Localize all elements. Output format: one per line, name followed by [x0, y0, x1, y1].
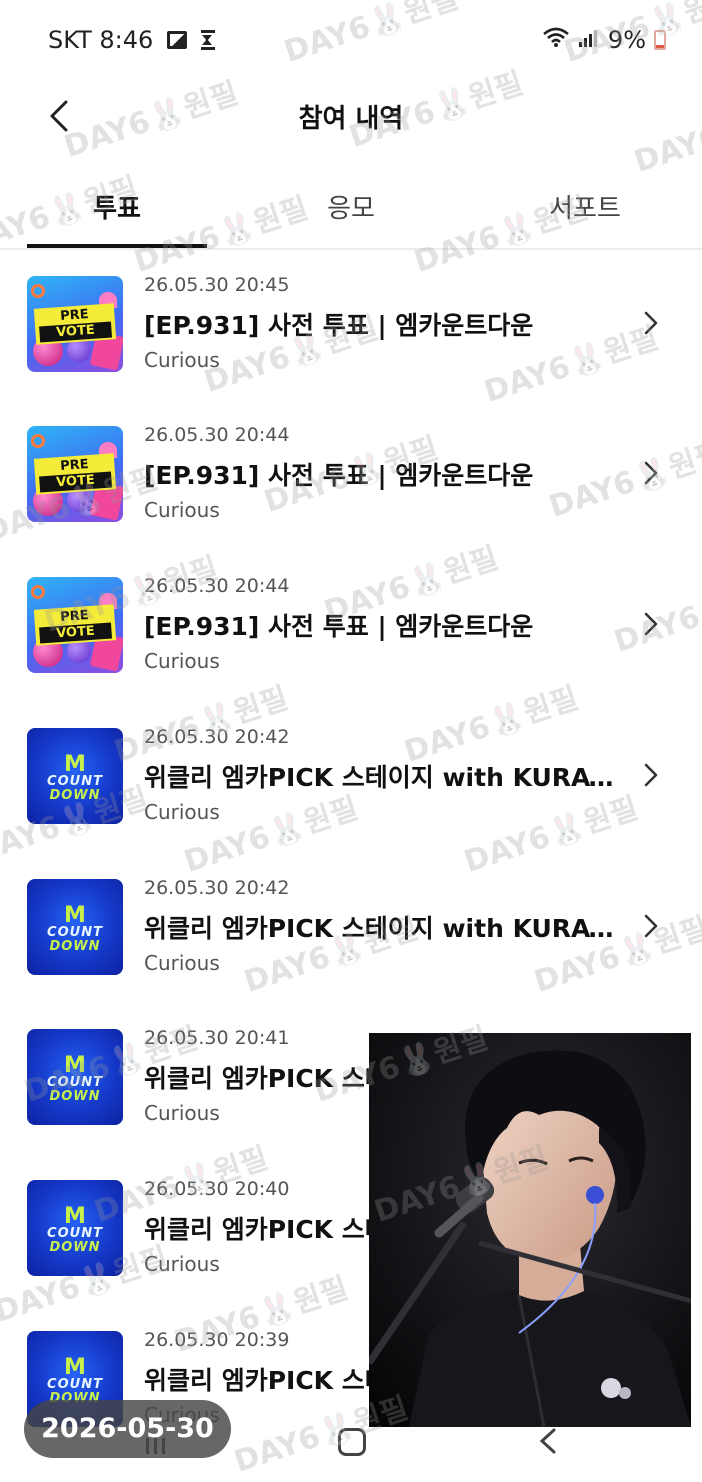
down-text: DOWN	[49, 939, 101, 954]
tab-apply[interactable]: 응모	[261, 188, 441, 225]
page-title: 참여 내역	[298, 104, 404, 134]
count-text: COUNT	[47, 925, 103, 940]
chevron-right-icon	[640, 762, 662, 788]
item-title: 위클리 엠카PICK 스테이지 with KURAT...	[144, 763, 614, 792]
item-title: [EP.931] 사전 투표 | 엠카운트다운	[144, 612, 534, 641]
back-arrow-icon	[539, 1428, 556, 1454]
item-date: 26.05.30 20:41	[144, 1027, 290, 1049]
wifi-icon	[542, 26, 570, 54]
recents-icon	[146, 1438, 165, 1454]
chevron-right-icon	[640, 611, 662, 637]
video-pip[interactable]	[369, 1033, 691, 1427]
count-text: COUNT	[47, 1226, 103, 1241]
image-icon	[167, 31, 188, 49]
tab-bar: 투표 응모 서포트	[0, 170, 702, 250]
list-item[interactable]: M COUNT DOWN 26.05.30 20:42 위클리 엠카PICK 스테이지 …	[0, 875, 702, 981]
countdown-thumbnail: M COUNT DOWN	[27, 1180, 123, 1276]
item-subtitle: Curious	[144, 1252, 220, 1276]
pre-vote-label: PRE VOTE	[33, 303, 117, 345]
chevron-right-icon	[640, 310, 662, 336]
pre-vote-label: PRE VOTE	[33, 453, 117, 495]
system-back-button[interactable]	[536, 1426, 560, 1456]
list-item[interactable]: PRE VOTE 26.05.30 20:44 [EP.931] 사전 투표 | 엠카…	[0, 573, 702, 679]
pre-vote-thumbnail: PRE VOTE	[27, 577, 123, 673]
signal-icon	[578, 26, 600, 54]
count-text: COUNT	[47, 774, 103, 789]
chevron-right-icon	[640, 460, 662, 486]
item-date: 26.05.30 20:42	[144, 726, 290, 748]
item-subtitle: Curious	[144, 348, 220, 372]
carrier-time: SKT 8:46	[48, 26, 154, 54]
status-left: SKT 8:46	[48, 26, 216, 54]
item-subtitle: Curious	[144, 1101, 220, 1125]
item-date: 26.05.30 20:39	[144, 1329, 290, 1351]
item-subtitle: Curious	[144, 800, 220, 824]
home-button[interactable]	[338, 1428, 366, 1456]
item-subtitle: Curious	[144, 951, 220, 975]
performer-image	[369, 1033, 691, 1427]
recents-button[interactable]	[140, 1430, 172, 1462]
item-subtitle: Curious	[144, 649, 220, 673]
count-text: COUNT	[47, 1377, 103, 1392]
status-right: 9%	[542, 26, 666, 54]
item-date: 26.05.30 20:45	[144, 274, 290, 296]
battery-percent: 9%	[607, 26, 646, 54]
app-header: 참여 내역	[0, 84, 702, 154]
ring-decoration	[31, 434, 45, 448]
countdown-thumbnail: M COUNT DOWN	[27, 879, 123, 975]
chevron-right-icon	[640, 913, 662, 939]
countdown-thumbnail: M COUNT DOWN	[27, 1029, 123, 1125]
ring-decoration	[31, 284, 45, 298]
list-item[interactable]: M COUNT DOWN 26.05.30 20:42 위클리 엠카PICK 스테이지 …	[0, 724, 702, 830]
status-bar: SKT 8:46 9%	[0, 0, 702, 84]
tab-support[interactable]: 서포트	[495, 188, 675, 225]
tab-vote[interactable]: 투표	[27, 188, 207, 225]
down-text: DOWN	[49, 788, 101, 803]
pre-vote-label: PRE VOTE	[33, 604, 117, 646]
pre-vote-thumbnail: PRE VOTE	[27, 426, 123, 522]
item-title: [EP.931] 사전 투표 | 엠카운트다운	[144, 311, 534, 340]
hourglass-icon	[201, 30, 216, 50]
down-text: DOWN	[49, 1240, 101, 1255]
item-subtitle: Curious	[144, 498, 220, 522]
count-text: COUNT	[47, 1075, 103, 1090]
battery-icon	[654, 30, 666, 50]
item-date: 26.05.30 20:42	[144, 877, 290, 899]
list-item[interactable]: PRE VOTE 26.05.30 20:45 [EP.931] 사전 투표 | 엠카…	[0, 272, 702, 378]
down-text: DOWN	[49, 1089, 101, 1104]
system-nav-bar	[0, 1418, 702, 1482]
item-date: 26.05.30 20:44	[144, 575, 290, 597]
item-title: 위클리 엠카PICK 스테이지 with KURAT...	[144, 914, 614, 943]
item-title: [EP.931] 사전 투표 | 엠카운트다운	[144, 461, 534, 490]
tab-active-indicator	[27, 244, 207, 248]
ring-decoration	[31, 585, 45, 599]
item-date: 26.05.30 20:44	[144, 424, 290, 446]
countdown-thumbnail: M COUNT DOWN	[27, 728, 123, 824]
item-date: 26.05.30 20:40	[144, 1178, 290, 1200]
list-item[interactable]: PRE VOTE 26.05.30 20:44 [EP.931] 사전 투표 | 엠카…	[0, 422, 702, 528]
pre-vote-thumbnail: PRE VOTE	[27, 276, 123, 372]
